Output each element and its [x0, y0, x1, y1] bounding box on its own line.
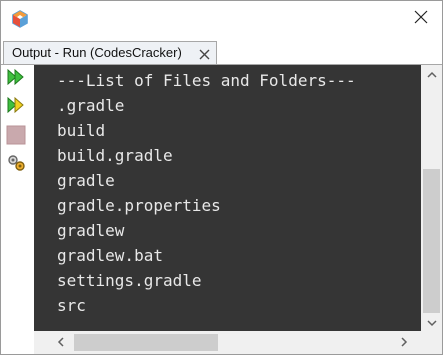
horizontal-scroll-thumb[interactable]	[74, 334, 218, 351]
scroll-right-button[interactable]	[394, 334, 414, 351]
settings-icon	[6, 153, 26, 178]
scrollbar-corner	[421, 331, 442, 354]
scroll-left-button[interactable]	[50, 334, 70, 351]
rerun-button[interactable]	[6, 67, 26, 92]
console-line: .gradle	[57, 96, 125, 115]
close-icon[interactable]	[199, 47, 210, 60]
console-output[interactable]: ---List of Files and Folders--- .gradle …	[34, 65, 421, 331]
output-toolbar	[1, 65, 34, 354]
horizontal-scrollbar[interactable]	[34, 331, 421, 354]
tab-output-run[interactable]: Output - Run (CodesCracker)	[3, 41, 217, 64]
close-icon	[414, 10, 428, 29]
stop-icon	[6, 125, 26, 150]
tab-strip: Output - Run (CodesCracker)	[1, 37, 442, 65]
console-line: gradlew	[57, 221, 125, 240]
chevron-right-icon	[400, 334, 408, 352]
console-line: gradle	[57, 171, 115, 190]
netbeans-cube-icon	[11, 10, 29, 28]
output-window: Output - Run (CodesCracker) ---List of F…	[0, 0, 443, 355]
scroll-down-button[interactable]	[421, 314, 442, 331]
console-line: settings.gradle	[57, 271, 202, 290]
console-line: build.gradle	[57, 146, 173, 165]
tab-label: Output - Run (CodesCracker)	[12, 45, 182, 60]
rerun-icon	[6, 67, 26, 92]
vertical-scrollbar[interactable]	[421, 65, 442, 331]
settings-button[interactable]	[6, 153, 26, 178]
chevron-down-icon	[426, 314, 437, 332]
chevron-left-icon	[57, 334, 64, 352]
stop-button[interactable]	[6, 125, 26, 150]
vertical-scroll-thumb[interactable]	[423, 169, 440, 313]
chevron-up-icon	[426, 65, 437, 83]
scroll-up-button[interactable]	[421, 65, 442, 82]
console-line: gradle.properties	[57, 196, 221, 215]
console-line: src	[57, 296, 86, 315]
rerun-with-params-button[interactable]	[6, 95, 26, 120]
console-line: build	[57, 121, 106, 140]
title-bar	[1, 1, 442, 37]
console-line: ---List of Files and Folders---	[57, 71, 356, 90]
console-line: gradlew.bat	[57, 246, 163, 265]
console-lines: ---List of Files and Folders--- .gradle …	[57, 68, 356, 318]
rerun-with-params-icon	[6, 95, 26, 120]
window-close-button[interactable]	[406, 5, 436, 33]
